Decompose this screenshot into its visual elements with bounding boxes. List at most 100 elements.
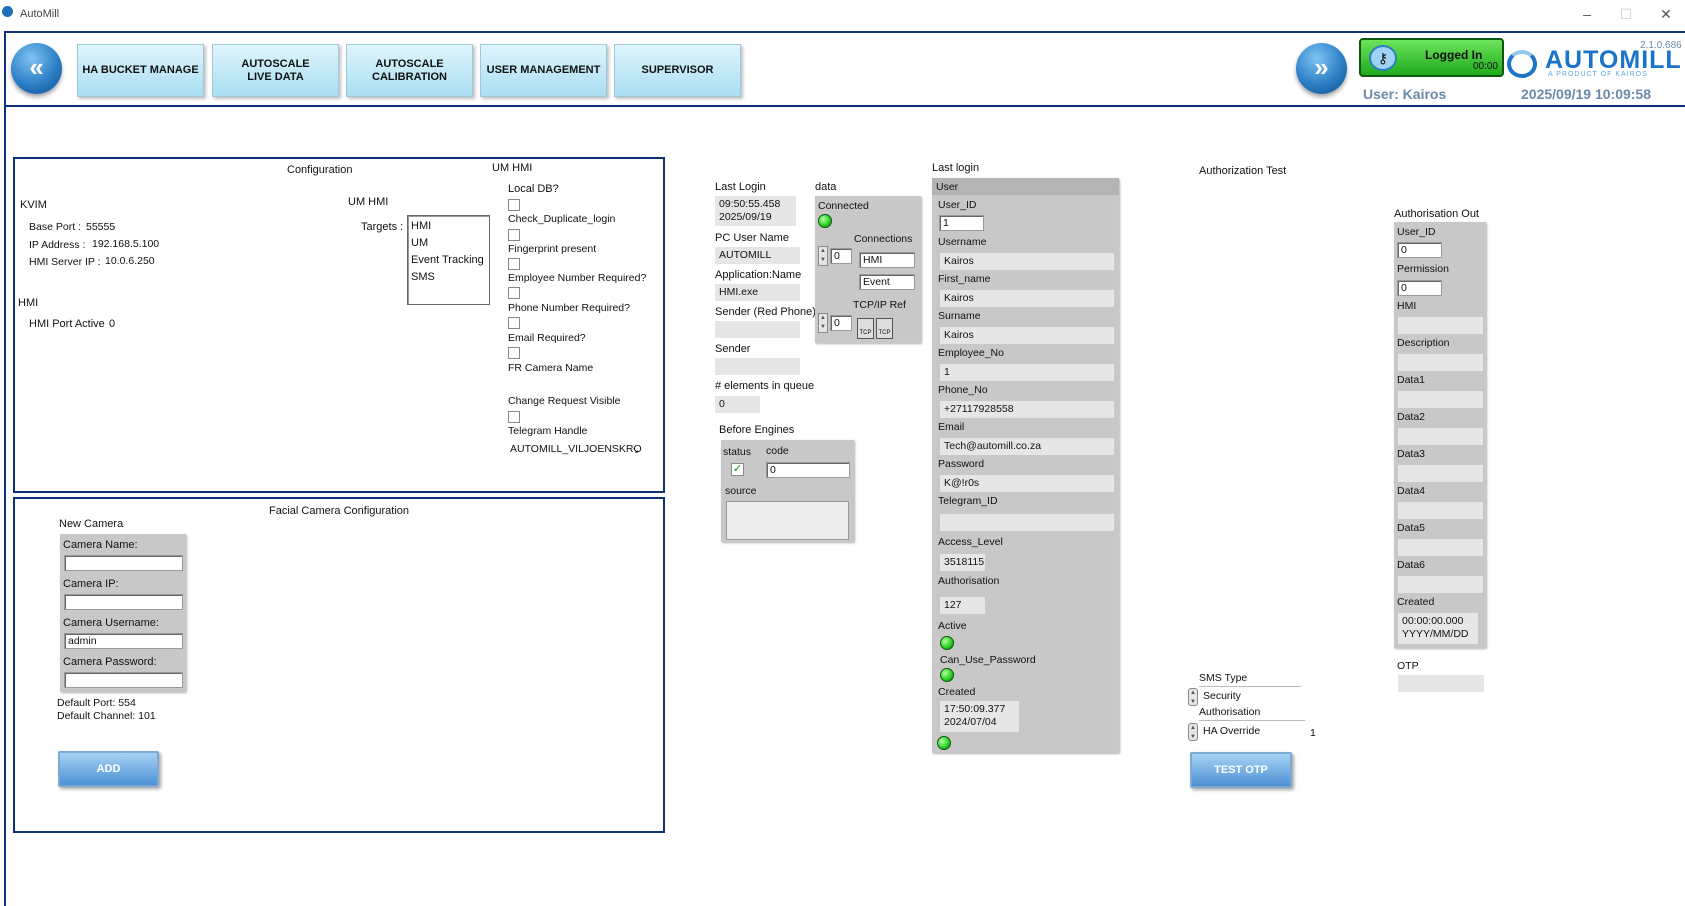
login-button[interactable]: ⚷ Logged In 00:00 — [1359, 38, 1504, 77]
hmi-server-ip-value: 10.0.6.250 — [105, 255, 155, 267]
out-description-field[interactable] — [1398, 354, 1483, 371]
surname-label: Surname — [938, 310, 981, 322]
tcp-ref-icon[interactable]: TCP — [857, 318, 874, 339]
out-created-timestamp[interactable]: 00:00:00.000 YYYY/MM/DD — [1398, 613, 1478, 644]
login-time: 00:00 — [1472, 61, 1498, 72]
local-db-checkbox[interactable] — [508, 199, 520, 211]
email-required-checkbox[interactable] — [508, 347, 520, 359]
target-item-event-tracking[interactable]: Event Tracking — [411, 254, 486, 271]
sms-type-value[interactable]: Security — [1203, 690, 1241, 702]
last-login-time: 09:50:55.458 — [719, 198, 781, 210]
connected-led — [818, 214, 832, 228]
password-field[interactable]: K@!r0s — [940, 475, 1114, 492]
status-label: status — [723, 446, 752, 458]
connection-hmi[interactable]: HMI — [859, 252, 915, 268]
targets-listbox[interactable]: HMI UM Event Tracking SMS — [407, 215, 490, 305]
out-data3-field[interactable] — [1398, 465, 1483, 482]
telegram-id-field[interactable] — [940, 514, 1114, 531]
configuration-title: Configuration — [287, 164, 353, 176]
username-field[interactable]: Kairos — [940, 253, 1114, 270]
out-data2-label: Data2 — [1397, 411, 1426, 423]
back-arrow-icon[interactable]: « — [11, 43, 62, 94]
current-user: User: Kairos — [1363, 86, 1447, 102]
out-data6-field[interactable] — [1398, 576, 1483, 593]
sender-red-phone-label: Sender (Red Phone) — [715, 306, 816, 318]
out-data1-field[interactable] — [1398, 391, 1483, 408]
connections-index-spinner[interactable]: ▲ ▼ — [818, 246, 828, 266]
camera-name-field[interactable] — [64, 555, 183, 571]
queue-label: # elements in queue — [715, 380, 815, 392]
add-camera-button[interactable]: ADD — [58, 751, 159, 787]
tab-ha-bucket-manage[interactable]: HA BUCKET MANAGE — [77, 44, 204, 97]
base-port-value: 55555 — [86, 221, 116, 233]
camera-password-label: Camera Password: — [63, 656, 157, 668]
out-data5-field[interactable] — [1398, 539, 1483, 556]
out-created-label: Created — [1397, 596, 1435, 608]
email-label: Email — [938, 421, 965, 433]
close-button[interactable]: ✕ — [1655, 4, 1677, 24]
source-field[interactable] — [726, 501, 849, 540]
tcp-index[interactable]: 0 — [830, 315, 852, 331]
authorisation-ring-value[interactable]: HA Override — [1203, 725, 1260, 737]
user-id-field[interactable]: 1 — [939, 215, 984, 231]
forward-arrow-icon[interactable]: » — [1296, 43, 1347, 94]
out-data4-field[interactable] — [1398, 502, 1483, 519]
phone-no-field[interactable]: +27117928558 — [940, 401, 1114, 418]
telegram-handle-value[interactable]: AUTOMILL_VILJOENSKRO — [510, 443, 642, 455]
target-item-um[interactable]: UM — [411, 237, 486, 254]
authorisation-field[interactable]: 127 — [940, 597, 985, 614]
minimize-button[interactable]: – — [1576, 4, 1598, 24]
camera-password-field[interactable] — [64, 672, 183, 688]
authorisation-ring-label: Authorisation — [1199, 706, 1261, 718]
camera-ip-label: Camera IP: — [63, 578, 119, 590]
tcp-index-spinner[interactable]: ▲ ▼ — [818, 313, 828, 333]
employee-no-field[interactable]: 1 — [940, 364, 1114, 381]
email-field[interactable]: Tech@automill.co.za — [940, 438, 1114, 455]
authorisation-spinner[interactable]: ▲ ▼ — [1188, 723, 1198, 741]
target-item-sms[interactable]: SMS — [411, 271, 486, 288]
check-duplicate-login-checkbox[interactable] — [508, 229, 520, 241]
otp-field[interactable] — [1398, 675, 1484, 692]
code-field[interactable]: 0 — [766, 462, 850, 478]
out-hmi-field[interactable] — [1398, 317, 1483, 334]
tcp-ip-ref-label: TCP/IP Ref — [853, 299, 906, 311]
created-time: 17:50:09.377 — [944, 703, 1006, 715]
telegram-id-label: Telegram_ID — [938, 495, 998, 507]
maximize-button[interactable]: ☐ — [1615, 4, 1637, 24]
title-bar: AutoMill – ☐ ✕ — [0, 0, 1685, 30]
change-request-checkbox[interactable] — [508, 411, 520, 423]
first-name-field[interactable]: Kairos — [940, 290, 1114, 307]
out-permission-field[interactable]: 0 — [1397, 280, 1442, 296]
tab-supervisor[interactable]: SUPERVISOR — [614, 44, 741, 97]
connections-index[interactable]: 0 — [830, 248, 852, 264]
target-item-hmi[interactable]: HMI — [411, 220, 486, 237]
status-checkbox[interactable]: ✓ — [731, 463, 744, 476]
tab-user-management[interactable]: USER MANAGEMENT — [480, 44, 607, 97]
sms-type-spinner[interactable]: ▲ ▼ — [1188, 688, 1198, 706]
last-login-label: Last Login — [715, 181, 766, 193]
hmi-port-active-value: 0 — [109, 318, 116, 330]
tab-autoscale-live-data[interactable]: AUTOSCALE LIVE DATA — [212, 44, 339, 97]
authorisation-label: Authorisation — [938, 575, 1000, 587]
resize-grip-icon[interactable]: ↘ — [632, 446, 639, 455]
tcp-ref-icon-2[interactable]: TCP — [876, 318, 893, 339]
authorisation-divider — [1199, 720, 1305, 721]
employee-required-checkbox[interactable] — [508, 287, 520, 299]
change-request-label: Change Request Visible — [508, 395, 621, 407]
pc-user-name-value: AUTOMILL — [715, 247, 800, 264]
created-timestamp[interactable]: 17:50:09.377 2024/07/04 — [940, 701, 1019, 732]
access-level-field[interactable]: 3518115 — [940, 554, 985, 571]
phone-required-checkbox[interactable] — [508, 317, 520, 329]
surname-field[interactable]: Kairos — [940, 327, 1114, 344]
facial-camera-title: Facial Camera Configuration — [269, 505, 410, 517]
test-otp-button[interactable]: TEST OTP — [1190, 752, 1292, 788]
um-hmi-title: UM HMI — [492, 162, 533, 174]
out-user-id-field[interactable]: 0 — [1397, 242, 1442, 258]
out-data2-field[interactable] — [1398, 428, 1483, 445]
connection-event[interactable]: Event — [859, 274, 915, 290]
fingerprint-checkbox[interactable] — [508, 258, 520, 270]
hmi-server-ip-label: HMI Server IP : — [29, 256, 101, 268]
camera-ip-field[interactable] — [64, 594, 183, 610]
camera-username-field[interactable]: admin — [64, 633, 183, 649]
tab-autoscale-calibration[interactable]: AUTOSCALE CALIBRATION — [346, 44, 473, 97]
